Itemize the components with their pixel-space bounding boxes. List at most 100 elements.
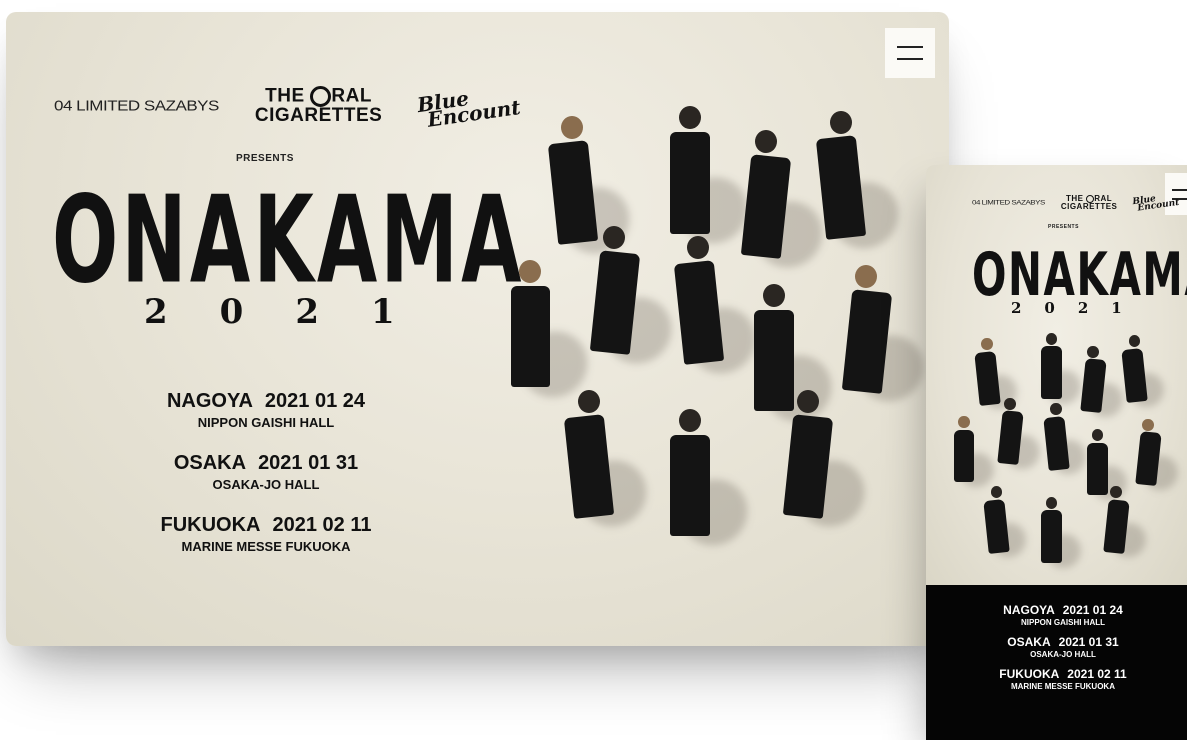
event-year: 2021 xyxy=(1011,299,1145,317)
menu-line xyxy=(897,46,923,48)
event-date: 2021 01 31 xyxy=(258,452,359,474)
figure-head xyxy=(519,260,542,283)
figure-body xyxy=(673,260,724,366)
event-date: 2021 01 24 xyxy=(1062,603,1123,617)
logo-04-limited-sazabys[interactable]: 04 LIMITED SAZABYS xyxy=(54,97,219,114)
date-row: FUKUOKA 2021 02 11 MARINE MESSE FUKUOKA xyxy=(926,667,1187,691)
event-date: 2021 02 11 xyxy=(272,514,372,536)
venue-name: NIPPON GAISHI HALL xyxy=(197,415,335,430)
figure-head xyxy=(561,116,584,139)
band-member-figure xyxy=(740,130,836,281)
presents-label: PRESENTS xyxy=(236,153,294,164)
figure-head xyxy=(763,284,785,307)
date-main: NAGOYA 2021 01 24 xyxy=(126,390,406,413)
figure-head xyxy=(1110,486,1122,499)
figure-body xyxy=(564,413,615,519)
logo-04-limited-sazabys[interactable]: 04 LIMITED SAZABYS xyxy=(972,199,1045,207)
city-name: OSAKA xyxy=(173,452,247,474)
date-row: NAGOYA 2021 01 24 NIPPON GAISHI HALL xyxy=(126,390,406,430)
figure-head xyxy=(796,389,819,413)
figure-head xyxy=(830,111,853,135)
logo-line: THE RAL xyxy=(255,86,382,107)
figure-head xyxy=(1045,332,1058,345)
band-photo xyxy=(946,325,1185,585)
figure-body xyxy=(816,135,867,241)
band-member-figure xyxy=(1079,345,1130,424)
figure-body xyxy=(510,286,551,388)
figure-body xyxy=(670,132,710,234)
figure-head xyxy=(578,389,601,413)
figure-head xyxy=(1091,429,1104,441)
tour-dates: NAGOYA 2021 01 24 NIPPON GAISHI HALL OSAK… xyxy=(126,390,406,576)
band-member-figure xyxy=(563,389,659,540)
date-main: OSAKA 2021 01 31 xyxy=(926,635,1187,649)
event-date: 2021 01 31 xyxy=(1058,635,1119,649)
figure-head xyxy=(1087,345,1099,358)
band-member-figure xyxy=(997,397,1047,476)
figure-body xyxy=(1041,510,1062,563)
figure-head xyxy=(1045,496,1058,509)
venue-name: OSAKA-JO HALL xyxy=(212,477,320,492)
figure-body xyxy=(670,434,710,537)
band-member-figure xyxy=(1038,496,1088,575)
figure-head xyxy=(754,130,777,154)
date-row: FUKUOKA 2021 02 11 MARINE MESSE FUKUOKA xyxy=(126,514,406,554)
figure-body xyxy=(1043,415,1070,471)
mobile-dates-panel: NAGOYA 2021 01 24 NIPPON GAISHI HALL OSAK… xyxy=(926,585,1187,740)
logo-blue-encount[interactable]: Blue Encount xyxy=(1132,192,1180,214)
logo-text: 04 LIMITED SAZABYS xyxy=(972,198,1045,207)
sponsor-logos: 04 LIMITED SAZABYS THE RAL CIGARETTES Bl… xyxy=(54,86,522,132)
band-photo xyxy=(496,92,937,572)
band-member-figure xyxy=(672,236,769,387)
mobile-hero: 04 LIMITED SAZABYS THE RAL CIGARETTES Bl… xyxy=(926,165,1187,585)
band-member-figure xyxy=(840,264,937,415)
menu-line xyxy=(1172,188,1187,191)
date-main: FUKUOKA 2021 02 11 xyxy=(926,667,1187,681)
logo-text: THE xyxy=(265,85,305,107)
band-member-figure xyxy=(974,338,1024,416)
date-row: NAGOYA 2021 01 24 NIPPON GAISHI HALL xyxy=(926,603,1187,627)
figure-head xyxy=(981,338,993,350)
logo-text: 04 LIMITED SAZABYS xyxy=(54,97,219,114)
band-member-figure xyxy=(782,389,878,540)
date-main: OSAKA 2021 01 31 xyxy=(126,452,406,475)
mobile-view: 04 LIMITED SAZABYS THE RAL CIGARETTES Bl… xyxy=(926,165,1187,740)
band-member-figure xyxy=(1038,332,1088,411)
figure-head xyxy=(958,416,970,428)
figure-head xyxy=(1142,418,1154,431)
band-member-figure xyxy=(1135,418,1185,497)
logo-text: CIGARETTES xyxy=(254,105,383,126)
event-date: 2021 01 24 xyxy=(264,390,366,412)
city-name: FUKUOKA xyxy=(160,514,261,536)
band-member-figure xyxy=(1102,486,1153,565)
date-row: OSAKA 2021 01 31 OSAKA-JO HALL xyxy=(926,635,1187,659)
logo-the-oral-cigarettes[interactable]: THE RAL CIGARETTES xyxy=(255,86,382,125)
band-member-figure xyxy=(664,408,760,559)
event-year: 2021 xyxy=(144,292,447,332)
desktop-view: 04 LIMITED SAZABYS THE RAL CIGARETTES Bl… xyxy=(6,12,949,646)
band-member-figure xyxy=(664,106,760,257)
sponsor-logos: 04 LIMITED SAZABYS THE RAL CIGARETTES Bl… xyxy=(972,192,1180,214)
logo-text: CIGARETTES xyxy=(1060,202,1118,211)
band-member-figure xyxy=(1121,335,1171,414)
figure-body xyxy=(983,498,1010,554)
band-member-figure xyxy=(504,260,601,411)
figure-head xyxy=(990,486,1002,499)
date-main: FUKUOKA 2021 02 11 xyxy=(126,514,406,537)
figure-body xyxy=(1041,346,1062,400)
figure-head xyxy=(855,264,878,288)
logo-text: RAL xyxy=(331,85,372,107)
event-date: 2021 02 11 xyxy=(1067,667,1127,681)
figure-head xyxy=(1128,335,1140,348)
figure-head xyxy=(1004,397,1016,410)
o-ring-icon xyxy=(310,86,332,107)
venue-name: MARINE MESSE FUKUOKA xyxy=(1010,682,1115,691)
hamburger-menu-icon[interactable] xyxy=(885,28,935,78)
figure-body xyxy=(953,429,975,483)
event-title: ONAKAMA xyxy=(52,170,525,311)
city-name: OSAKA xyxy=(1007,635,1051,649)
logo-the-oral-cigarettes[interactable]: THE RAL CIGARETTES xyxy=(1061,195,1118,211)
band-member-figure xyxy=(588,226,685,377)
band-member-figure xyxy=(1043,403,1093,481)
figure-head xyxy=(687,236,710,259)
